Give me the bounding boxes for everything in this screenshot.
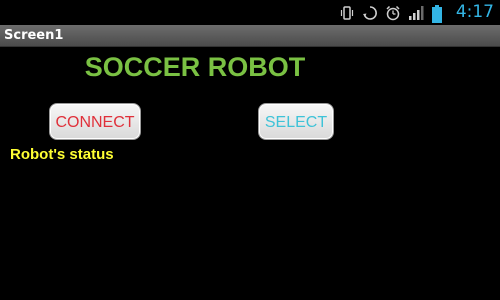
window-title: Screen1 <box>4 28 64 43</box>
title-bar: Screen1 <box>0 25 500 47</box>
clock: 4:17 <box>455 2 494 22</box>
signal-icon <box>408 5 424 21</box>
app-title: SOCCER ROBOT <box>84 52 306 82</box>
status-bar: 4:17 <box>0 0 500 25</box>
alarm-icon <box>385 5 401 21</box>
select-button[interactable]: SELECT <box>258 103 334 140</box>
vibrate-icon <box>339 5 355 21</box>
connect-button[interactable]: CONNECT <box>49 103 141 140</box>
status-icons: 4:17 <box>339 2 494 23</box>
sync-icon <box>362 5 378 21</box>
robot-status-label: Robot's status <box>10 146 114 163</box>
battery-icon <box>431 4 447 23</box>
